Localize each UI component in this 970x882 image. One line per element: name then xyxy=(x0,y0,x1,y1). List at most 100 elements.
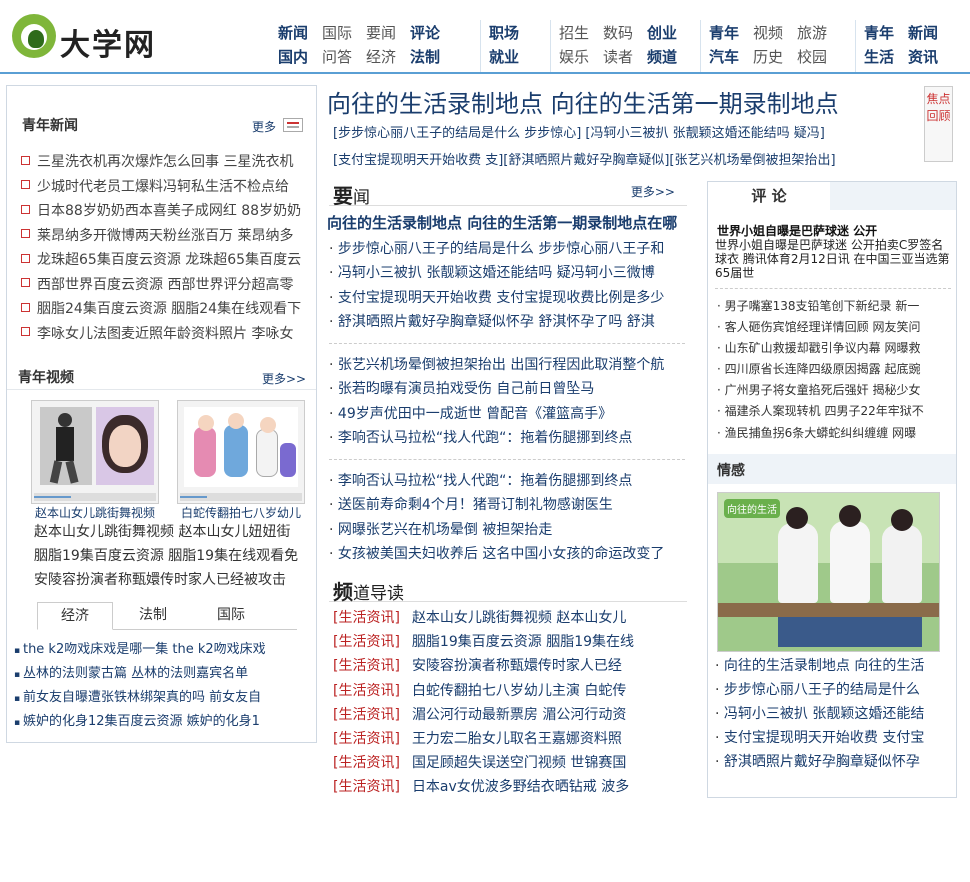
nav-link[interactable]: 历史 xyxy=(753,48,783,66)
nav-link[interactable]: 问答 xyxy=(322,48,352,66)
nav-link[interactable]: 国际 xyxy=(322,24,352,42)
nav-link[interactable]: 生活 xyxy=(864,48,894,66)
nav-link[interactable]: 数码 xyxy=(603,24,633,42)
list-item[interactable]: the k2吻戏床戏是哪一集 the k2吻戏床戏 xyxy=(14,638,314,662)
news-link[interactable]: 三星洗衣机再次爆炸怎么回事 三星洗衣机 xyxy=(37,154,293,170)
news-link[interactable]: 胭脂19集百度云资源 胭脂19集在线 xyxy=(412,634,634,650)
tab-law[interactable]: 法制 xyxy=(115,602,191,630)
nav-link[interactable]: 经济 xyxy=(366,48,396,66)
list-item[interactable]: 支付宝提现明天开始收费 支付宝 xyxy=(715,726,953,750)
video-thumb-1[interactable] xyxy=(31,400,159,504)
nav-link[interactable]: 旅游 xyxy=(797,24,827,42)
nav-link[interactable]: 就业 xyxy=(489,48,519,66)
list-item[interactable]: 支付宝提现明天开始收费 支付宝提现收费比例是多少 xyxy=(329,286,685,310)
list-item[interactable]: 男子嘴塞138支铅笔创下新纪录 新一 xyxy=(717,296,953,317)
nav-link[interactable]: 评论 xyxy=(410,24,440,42)
category-tag[interactable]: [生活资讯] xyxy=(333,707,400,723)
list-item[interactable]: 前女友自曝遭张铁林绑架真的吗 前女友自 xyxy=(14,686,314,710)
list-item[interactable]: 胭脂24集百度云资源 胭脂24集在线观看下 xyxy=(21,297,313,322)
list-toggle-icon[interactable] xyxy=(283,118,303,132)
nav-link[interactable]: 青年 xyxy=(709,24,739,42)
news-link[interactable]: 胭脂24集百度云资源 胭脂24集在线观看下 xyxy=(37,301,301,317)
category-tag[interactable]: [生活资讯] xyxy=(333,755,400,771)
list-item[interactable]: 舒淇晒照片戴好孕胸章疑似怀孕 xyxy=(715,750,953,774)
list-item[interactable]: 龙珠超65集百度云资源 龙珠超65集百度云 xyxy=(21,248,313,273)
nav-link[interactable]: 国内 xyxy=(278,48,308,66)
focus-review-button[interactable]: 焦点回顾 xyxy=(924,86,953,162)
nav-link[interactable]: 视频 xyxy=(753,24,783,42)
list-item[interactable]: 张艺兴机场晕倒被担架抬出 出国行程因此取消整个航 xyxy=(329,353,685,377)
list-item[interactable]: 向往的生活录制地点 向往的生活 xyxy=(715,654,953,678)
list-item[interactable]: 西部世界百度云资源 西部世界评分超高零 xyxy=(21,273,313,298)
category-tag[interactable]: [生活资讯] xyxy=(333,610,400,626)
youth-news-more-link[interactable]: 更多 xyxy=(252,118,276,135)
emotion-photo[interactable]: 向往的生活 xyxy=(717,492,940,652)
nav-link[interactable]: 青年 xyxy=(864,24,894,42)
list-item[interactable]: 49岁声优田中一成逝世 曾配音《灌篮高手》 xyxy=(329,402,685,426)
list-item[interactable]: 冯轲小三被扒 张靓颖这婚还能结 xyxy=(715,702,953,726)
headline-links-row-1[interactable]: [步步惊心丽八王子的结局是什么 步步惊心] [冯轲小三被扒 张靓颖这婚还能结吗 … xyxy=(333,122,825,141)
list-item[interactable]: 女孩被美国夫妇收养后 这名中国小女孩的命运改变了 xyxy=(329,542,685,566)
news-link[interactable]: 王力宏二胎女儿取名王嘉娜资料照 xyxy=(412,731,622,747)
list-item[interactable]: 福建杀人案现转机 四男子22年牢狱不 xyxy=(717,401,953,422)
list-item[interactable]: 渔民捕鱼拐6条大蟒蛇纠纠缠缠 网曝 xyxy=(717,423,953,444)
video-caption-2[interactable]: 白蛇传翻拍七八岁幼儿 xyxy=(181,504,301,521)
list-item[interactable]: 安陵容扮演者称甄嬛传时家人已经被攻击 xyxy=(34,568,314,592)
headline[interactable]: 向往的生活录制地点 向往的生活第一期录制地点 xyxy=(327,84,839,119)
tab-economy[interactable]: 经济 xyxy=(37,602,113,630)
top-story[interactable]: 向往的生活录制地点 向往的生活第一期录制地点在哪 xyxy=(327,212,677,233)
nav-link[interactable]: 读者 xyxy=(603,48,633,66)
list-item[interactable]: 送医前寿命剩4个月！猪哥订制礼物感谢医生 xyxy=(329,493,685,517)
list-item[interactable]: 胭脂19集百度云资源 胭脂19集在线观看免 xyxy=(34,544,314,568)
list-item[interactable]: 四川原省长连降四级原因揭露 起底豌 xyxy=(717,359,953,380)
list-item[interactable]: 舒淇晒照片戴好孕胸章疑似怀孕 舒淇怀孕了吗 舒淇 xyxy=(329,310,685,334)
list-item[interactable]: 少城时代老员工爆料冯轲私生活不检点给 xyxy=(21,175,313,200)
list-item[interactable]: 丛林的法则蒙古篇 丛林的法则嘉宾名单 xyxy=(14,662,314,686)
list-item[interactable]: 网曝张艺兴在机场晕倒 被担架抬走 xyxy=(329,518,685,542)
list-item[interactable]: 步步惊心丽八王子的结局是什么 xyxy=(715,678,953,702)
nav-link[interactable]: 新闻 xyxy=(908,24,938,42)
headline-links-row-2[interactable]: [支付宝提现明天开始收费 支][舒淇晒照片戴好孕胸章疑似][张艺兴机场晕倒被担架… xyxy=(333,149,836,168)
youth-video-more-link[interactable]: 更多>> xyxy=(262,370,306,387)
category-tag[interactable]: [生活资讯] xyxy=(333,731,400,747)
news-link[interactable]: 日本av女优波多野结衣晒钻戒 波多 xyxy=(412,779,629,795)
news-link[interactable]: 赵本山女儿跳街舞视频 赵本山女儿 xyxy=(412,610,626,626)
list-item[interactable]: 李响否认马拉松“找人代跑“：拖着伤腿挪到终点 xyxy=(329,426,685,450)
news-link[interactable]: 湄公河行动最新票房 湄公河行动资 xyxy=(412,707,626,723)
category-tag[interactable]: [生活资讯] xyxy=(333,779,400,795)
category-tag[interactable]: [生活资讯] xyxy=(333,683,400,699)
nav-link[interactable]: 汽车 xyxy=(709,48,739,66)
nav-link[interactable]: 新闻 xyxy=(278,24,308,42)
news-link[interactable]: 莱昂纳多开微博两天粉丝涨百万 莱昂纳多 xyxy=(37,228,293,244)
important-news-more-link[interactable]: 更多>> xyxy=(631,183,675,200)
category-tag[interactable]: [生活资讯] xyxy=(333,658,400,674)
nav-link[interactable]: 要闻 xyxy=(366,24,396,42)
video-progress-bar-1[interactable] xyxy=(34,493,156,501)
news-link[interactable]: 国足顾超失误送空门视频 世锦赛国 xyxy=(412,755,626,771)
nav-link[interactable]: 校园 xyxy=(797,48,827,66)
video-caption-1[interactable]: 赵本山女儿跳街舞视频 xyxy=(35,504,155,521)
nav-link[interactable]: 频道 xyxy=(647,48,677,66)
news-link[interactable]: 日本88岁奶奶西本喜美子成网红 88岁奶奶 xyxy=(37,203,301,219)
video-progress-bar-2[interactable] xyxy=(180,493,302,501)
news-link[interactable]: 安陵容扮演者称甄嬛传时家人已经 xyxy=(412,658,622,674)
list-item[interactable]: 李响否认马拉松“找人代跑“：拖着伤腿挪到终点 xyxy=(329,469,685,493)
news-link[interactable]: 白蛇传翻拍七八岁幼儿主演 白蛇传 xyxy=(412,683,626,699)
news-link[interactable]: 李咏女儿法图麦近照年龄资料照片 李咏女 xyxy=(37,326,293,342)
news-link[interactable]: 西部世界百度云资源 西部世界评分超高零 xyxy=(37,277,293,293)
list-item[interactable]: 莱昂纳多开微博两天粉丝涨百万 莱昂纳多 xyxy=(21,224,313,249)
news-link[interactable]: 少城时代老员工爆料冯轲私生活不检点给 xyxy=(37,179,289,195)
nav-link[interactable]: 招生 xyxy=(559,24,589,42)
list-item[interactable]: 冯轲小三被扒 张靓颖这婚还能结吗 疑冯轲小三微博 xyxy=(329,261,685,285)
list-item[interactable]: 步步惊心丽八王子的结局是什么 步步惊心丽八王子和 xyxy=(329,237,685,261)
category-tag[interactable]: [生活资讯] xyxy=(333,634,400,650)
news-link[interactable]: 龙珠超65集百度云资源 龙珠超65集百度云 xyxy=(37,252,301,268)
video-thumb-2[interactable] xyxy=(177,400,305,504)
tab-comment[interactable]: 评 论 xyxy=(708,182,830,210)
list-item[interactable]: 张若昀曝有演员拍戏受伤 自己前日曾坠马 xyxy=(329,377,685,401)
nav-link[interactable]: 创业 xyxy=(647,24,677,42)
list-item[interactable]: 李咏女儿法图麦近照年龄资料照片 李咏女 xyxy=(21,322,313,347)
nav-link[interactable]: 资讯 xyxy=(908,48,938,66)
list-item[interactable]: 客人砸伤宾馆经理详情回顾 网友笑问 xyxy=(717,317,953,338)
site-logo[interactable]: 大学网 xyxy=(12,14,157,63)
